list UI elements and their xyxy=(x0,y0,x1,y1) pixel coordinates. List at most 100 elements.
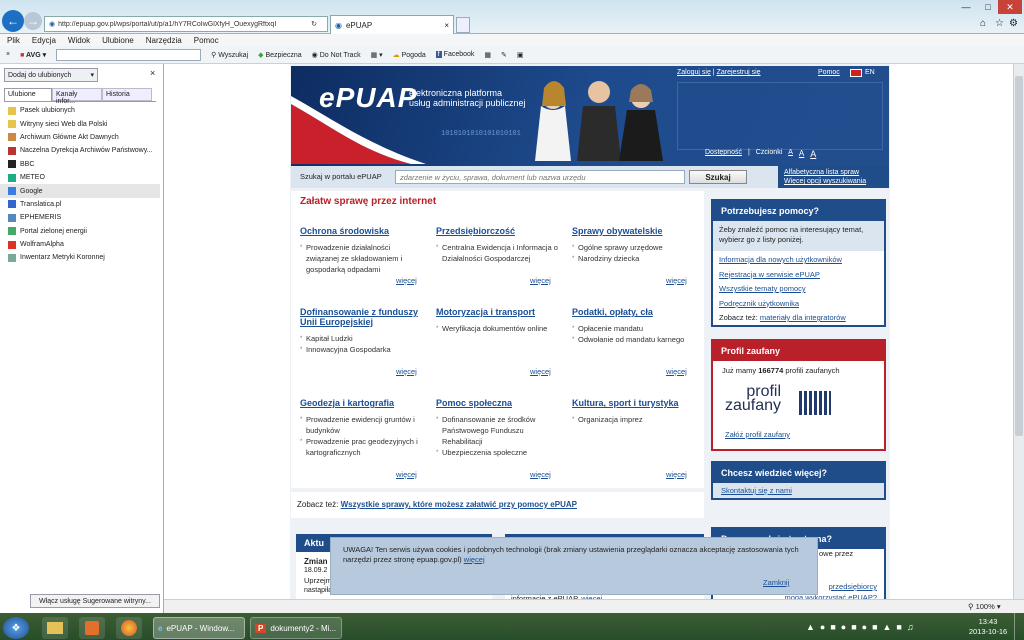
settings-gear-icon[interactable]: ⚙ xyxy=(1009,18,1018,29)
suggested-sites-button[interactable]: Włącz usługę Sugerowane witryny... xyxy=(30,594,160,608)
close-window-button[interactable]: ✕ xyxy=(998,0,1022,14)
menu-ulubione[interactable]: Ulubione xyxy=(102,36,134,45)
contact-link[interactable]: Skontaktuj się z nami xyxy=(713,483,884,498)
category-item[interactable]: Prowadzenie prac geodezyjnych i kartogra… xyxy=(300,436,422,458)
new-tab-button[interactable] xyxy=(456,17,470,33)
login-link[interactable]: Zaloguj się xyxy=(677,69,711,76)
facebook-button[interactable]: f Facebook xyxy=(435,51,474,58)
category-title[interactable]: Przedsiębiorczość xyxy=(436,226,558,236)
fav-item[interactable]: WolframAlpha xyxy=(0,238,160,251)
secure-button[interactable]: ◆ Bezpieczna xyxy=(258,51,302,59)
forward-button[interactable]: → xyxy=(24,12,42,30)
fav-item[interactable]: Portal zielonej energii xyxy=(0,225,160,238)
fav-item[interactable]: METEO xyxy=(0,171,160,184)
create-trusted-profile-link[interactable]: Załóż profil zaufany xyxy=(725,430,790,439)
fav-item[interactable]: Archiwum Główne Akt Dawnych xyxy=(0,131,160,144)
zoom-control[interactable]: ⚲ 100% ▾ xyxy=(968,602,1001,611)
help-link-manual[interactable]: Podręcznik użytkownika xyxy=(719,297,878,312)
portal-search-input[interactable] xyxy=(395,170,685,184)
category-item[interactable]: Innowacyjna Gospodarka xyxy=(300,344,422,356)
edit-icon[interactable]: ✎ xyxy=(501,51,507,59)
portal-search-button[interactable]: Szukaj xyxy=(689,170,747,184)
category-item[interactable]: Odwołanie od mandatu karnego xyxy=(572,334,694,346)
trusted-profile-logo[interactable]: profil zaufany xyxy=(725,384,781,414)
home-icon[interactable]: ⌂ xyxy=(980,18,986,29)
category-title[interactable]: Sprawy obywatelskie xyxy=(572,226,694,236)
fav-item[interactable]: Naczelna Dyrekcja Archiwów Państwowy... xyxy=(0,144,160,157)
category-item[interactable]: Organizacja imprez xyxy=(572,414,694,426)
office-taskbar-icon[interactable] xyxy=(79,617,105,639)
sidebar-close-icon[interactable]: × xyxy=(150,68,155,78)
category-item[interactable]: Centralna Ewidencja i Informacja o Dział… xyxy=(436,242,558,264)
minimize-button[interactable]: — xyxy=(954,0,978,14)
cookie-more-link[interactable]: więcej xyxy=(464,555,485,564)
help-link-new-users[interactable]: Informacja dla nowych użytkowników xyxy=(719,253,878,268)
category-item[interactable]: Prowadzenie ewidencji gruntów i budynków xyxy=(300,414,422,436)
start-button[interactable]: ❖ xyxy=(3,617,29,639)
fav-item[interactable]: Translatica.pl xyxy=(0,198,160,211)
vertical-scrollbar[interactable] xyxy=(1013,64,1024,599)
dnt-button[interactable]: ◉ Do Not Track xyxy=(312,51,361,59)
add-favorites-button[interactable]: Dodaj do ulubionych ▾ xyxy=(4,68,98,82)
favorites-star-icon[interactable]: ☆ xyxy=(995,18,1004,29)
accessibility-link[interactable]: Dostępność xyxy=(705,149,742,159)
menu-edycja[interactable]: Edycja xyxy=(32,36,56,45)
category-item[interactable]: Weryfikacja dokumentów online xyxy=(436,323,558,335)
calendar-button[interactable]: ▦ ▾ xyxy=(371,51,383,59)
refresh-icon[interactable]: ↻ xyxy=(311,20,317,28)
explorer-taskbar-icon[interactable] xyxy=(42,617,68,639)
category-more-link[interactable]: więcej xyxy=(396,470,417,479)
category-item[interactable]: Ogólne sprawy urzędowe xyxy=(572,242,694,254)
register-link[interactable]: Zarejestruj się xyxy=(717,69,761,76)
category-more-link[interactable]: więcej xyxy=(530,276,551,285)
category-title[interactable]: Kultura, sport i turystyka xyxy=(572,398,694,408)
firefox-taskbar-icon[interactable] xyxy=(116,617,142,639)
taskbar-clock[interactable]: 13:43 2013-10-16 xyxy=(966,617,1010,637)
language-switch[interactable]: EN xyxy=(850,69,875,77)
show-desktop-button[interactable] xyxy=(1014,613,1024,640)
tab-kanaly[interactable]: Kanały infor... xyxy=(52,88,102,105)
fav-item[interactable]: Witryny sieci Web dla Polski xyxy=(0,117,160,130)
tab-ulubione[interactable]: Ulubione xyxy=(4,88,52,101)
more-search-options-link[interactable]: Więcej opcji wyszukiwania xyxy=(784,177,883,186)
taskbar-ppt-window[interactable]: Pdokumenty2 - Mi... xyxy=(250,617,342,639)
category-title[interactable]: Ochrona środowiska xyxy=(300,226,422,236)
tab-historia[interactable]: Historia xyxy=(102,88,152,101)
menu-pomoc[interactable]: Pomoc xyxy=(194,36,219,45)
menu-widok[interactable]: Widok xyxy=(68,36,90,45)
category-item[interactable]: Dofinansowanie ze środków Państwowego Fu… xyxy=(436,414,558,447)
avg-search-input[interactable] xyxy=(56,48,202,61)
fav-item[interactable]: Pasek ulubionych xyxy=(0,104,160,117)
epuap-logo[interactable]: ePUAP xyxy=(319,82,417,114)
category-more-link[interactable]: więcej xyxy=(666,276,687,285)
snippet-icon[interactable]: ▣ xyxy=(517,51,524,59)
maximize-button[interactable]: □ xyxy=(976,0,1000,14)
category-title[interactable]: Geodezja i kartografia xyxy=(300,398,422,408)
category-title[interactable]: Dofinansowanie z funduszy Unii Europejsk… xyxy=(300,307,422,327)
all-services-link[interactable]: Wszystkie sprawy, które możesz załatwić … xyxy=(341,500,577,509)
menu-plik[interactable]: Plik xyxy=(7,36,20,45)
browser-tab[interactable]: ◉ ePUAP × xyxy=(330,15,454,34)
category-item[interactable]: Narodziny dziecka xyxy=(572,253,694,265)
grid-icon[interactable]: ▦ xyxy=(484,51,491,59)
tab-close-icon[interactable]: × xyxy=(444,21,449,30)
search-button[interactable]: ⚲ Wyszukaj xyxy=(211,51,248,59)
font-small[interactable]: A xyxy=(788,149,793,159)
category-item[interactable]: Opłacenie mandatu xyxy=(572,323,694,335)
weather-button[interactable]: ☁ Pogoda xyxy=(393,51,426,59)
font-large[interactable]: A xyxy=(810,149,816,159)
fav-item[interactable]: EPHEMERIS xyxy=(0,211,160,224)
integrators-link[interactable]: materiały dla integratorów xyxy=(760,313,846,322)
fav-item[interactable]: Inwentarz Metryki Koronnej xyxy=(0,251,160,264)
category-more-link[interactable]: więcej xyxy=(530,367,551,376)
category-item[interactable]: Kapitał Ludzki xyxy=(300,333,422,345)
address-bar[interactable]: ◉ http://epuap.gov.pl/wps/portal/ut/p/a1… xyxy=(44,16,328,32)
category-more-link[interactable]: więcej xyxy=(530,470,551,479)
category-title[interactable]: Motoryzacja i transport xyxy=(436,307,558,317)
category-more-link[interactable]: więcej xyxy=(666,367,687,376)
fav-item[interactable]: Google xyxy=(0,184,160,198)
category-title[interactable]: Podatki, opłaty, cła xyxy=(572,307,694,317)
help-link-registration[interactable]: Rejestracja w serwisie ePUAP xyxy=(719,268,878,283)
close-toolbar-icon[interactable]: × xyxy=(6,51,10,58)
avg-button[interactable]: ■ AVG ▾ xyxy=(20,51,46,59)
